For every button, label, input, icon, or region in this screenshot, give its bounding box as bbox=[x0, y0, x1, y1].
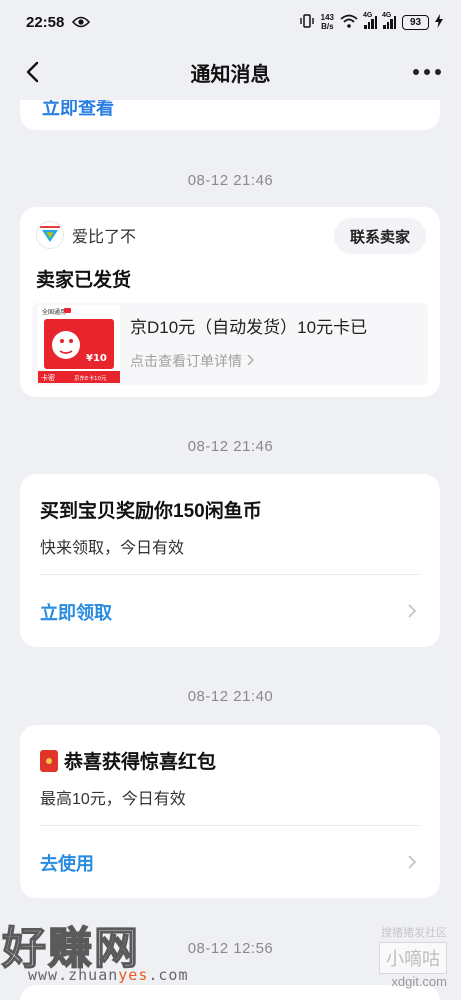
back-arrow-icon[interactable] bbox=[22, 60, 46, 84]
contact-seller-button[interactable]: 联系卖家 bbox=[333, 218, 426, 254]
red-packet-title: 恭喜获得惊喜红包 bbox=[64, 752, 217, 773]
chevron-right-icon bbox=[246, 353, 255, 369]
watermark-right-url: xdgit.com bbox=[391, 974, 447, 989]
product-thumbnail: 全国通用 ¥10 卡密 京东E卡10元 bbox=[38, 305, 120, 383]
eye-icon bbox=[72, 16, 91, 28]
watermark-url: www.zhuanyes.com bbox=[28, 966, 189, 984]
order-summary[interactable]: 全国通用 ¥10 卡密 京东E卡10元 京D10元（自动发货）10元卡已 点击查… bbox=[32, 303, 428, 385]
chevron-right-icon bbox=[406, 854, 418, 870]
use-red-packet-row[interactable]: 去使用 bbox=[20, 826, 440, 898]
top-partial-card: 立即查看 bbox=[20, 100, 440, 130]
status-left: 22:58 bbox=[26, 13, 91, 31]
red-packet-card[interactable]: 恭喜获得惊喜红包 最高10元，今日有效 去使用 bbox=[20, 725, 440, 898]
watermark-right-logo: 小嘀咕 bbox=[379, 942, 447, 974]
next-message-card[interactable] bbox=[20, 985, 440, 1000]
network-speed: 143 B/s bbox=[321, 13, 334, 31]
battery-indicator: 93 bbox=[402, 14, 429, 30]
more-options-icon[interactable] bbox=[413, 60, 441, 84]
chevron-right-icon bbox=[406, 603, 418, 619]
message-timestamp: 08-12 21:40 bbox=[187, 688, 274, 705]
signal-icon-2: 4G bbox=[382, 12, 396, 29]
order-detail-label: 点击查看订单详情 bbox=[130, 353, 242, 369]
signal-icon-1: 4G bbox=[363, 12, 377, 29]
reward-card[interactable]: 买到宝贝奖励你150闲鱼币 快来领取，今日有效 立即领取 bbox=[20, 474, 440, 647]
thumb-brand: 全国通用 bbox=[42, 308, 66, 316]
status-bar: 22:58 143 B/s 4G 4G 93 bbox=[0, 0, 461, 44]
network-speed-value: 143 bbox=[320, 13, 334, 22]
red-packet-subtitle: 最高10元，今日有效 bbox=[40, 791, 186, 808]
vibrate-icon bbox=[299, 13, 315, 31]
watermark-right-caption: 搜猪猪发社区 bbox=[381, 927, 447, 939]
status-time: 22:58 bbox=[26, 13, 65, 31]
charging-icon bbox=[435, 13, 443, 31]
notice-title: 卖家已发货 bbox=[36, 270, 132, 291]
claim-reward-button[interactable]: 立即领取 bbox=[40, 599, 112, 625]
navigation-bar: 通知消息 bbox=[0, 44, 461, 100]
order-title: 京D10元（自动发货）10元卡已 bbox=[130, 318, 368, 337]
thumb-amount: ¥10 bbox=[86, 353, 107, 364]
status-right: 143 B/s 4G 4G 93 bbox=[299, 12, 443, 31]
partial-action-link[interactable]: 立即查看 bbox=[42, 100, 114, 120]
claim-reward-row[interactable]: 立即领取 bbox=[20, 575, 440, 647]
network-speed-unit: B/s bbox=[321, 22, 334, 31]
watermark-url-part3: .com bbox=[148, 966, 189, 984]
thumb-caption: 京东E卡10元 bbox=[74, 374, 107, 382]
signal-label-2: 4G bbox=[382, 12, 392, 19]
use-red-packet-button[interactable]: 去使用 bbox=[40, 850, 94, 876]
message-timestamp: 08-12 21:46 bbox=[187, 438, 274, 455]
seller-avatar bbox=[36, 221, 64, 249]
reward-title: 买到宝贝奖励你150闲鱼币 bbox=[40, 501, 262, 522]
message-timestamp: 08-12 21:46 bbox=[187, 172, 274, 189]
wifi-icon bbox=[340, 14, 358, 31]
order-detail-link[interactable]: 点击查看订单详情 bbox=[130, 351, 255, 371]
reward-subtitle: 快来领取，今日有效 bbox=[40, 540, 185, 557]
thumb-tag: 卡密 bbox=[41, 373, 55, 382]
red-packet-title-row: 恭喜获得惊喜红包 bbox=[40, 747, 216, 774]
message-list[interactable]: 立即查看 08-12 21:46 爱比了不 联系卖家 卖家已发货 全国通用 ¥1… bbox=[0, 100, 461, 1000]
seller-info[interactable]: 爱比了不 bbox=[36, 221, 136, 249]
shipping-notice-card[interactable]: 爱比了不 联系卖家 卖家已发货 全国通用 ¥10 卡密 京东E卡10元 京D10… bbox=[20, 207, 440, 397]
red-packet-icon bbox=[40, 749, 58, 772]
signal-label-1: 4G bbox=[363, 12, 373, 19]
watermark-url-part2: yes bbox=[118, 966, 149, 984]
page-title: 通知消息 bbox=[190, 63, 271, 86]
watermark-url-part1: www.zhuan bbox=[28, 966, 119, 984]
seller-name: 爱比了不 bbox=[72, 229, 137, 246]
